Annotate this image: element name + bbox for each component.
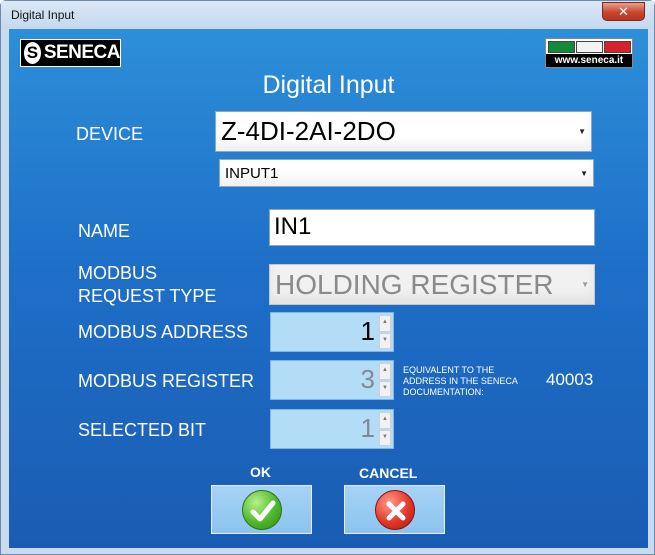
ok-button[interactable]: [211, 485, 312, 534]
address-label: MODBUS ADDRESS: [78, 322, 249, 342]
website-logo: www.seneca.it: [545, 38, 633, 68]
request-type-select[interactable]: HOLDING REGISTER ▼: [269, 264, 595, 305]
selected-bit-spinner: 1 ▲ ▼: [270, 409, 394, 449]
dialog-client-area: S SENECA www.seneca.it Digital Input DEV…: [9, 29, 648, 548]
chevron-down-icon: ▼: [580, 169, 588, 178]
spin-up-icon: ▲: [379, 363, 391, 380]
address-value: 1: [360, 316, 375, 346]
name-input[interactable]: IN1: [269, 209, 595, 246]
seneca-logo-mark: S: [24, 42, 41, 64]
selected-bit-label: SELECTED BIT: [78, 420, 207, 440]
request-type-label-line1: MODBUS: [78, 263, 158, 283]
spin-down-icon[interactable]: ▼: [379, 332, 391, 349]
cancel-label: CANCEL: [359, 465, 418, 481]
equivalent-note: EQUIVALENT TO THE ADDRESS IN THE SENECA …: [403, 365, 518, 397]
input-select[interactable]: INPUT1 ▼: [219, 159, 594, 187]
window-title: Digital Input: [11, 8, 75, 22]
dialog-window: Digital Input ✕ S SENECA www.seneca.it D…: [0, 0, 655, 555]
register-value: 3: [360, 364, 375, 394]
request-type-label-line2: REQUEST TYPE: [78, 286, 217, 306]
x-mark-icon: [374, 489, 415, 530]
chevron-down-icon: ▼: [578, 127, 586, 136]
device-select[interactable]: Z-4DI-2AI-2DO ▼: [215, 111, 592, 152]
cancel-button[interactable]: [344, 485, 445, 534]
close-button[interactable]: ✕: [602, 2, 645, 21]
flag-white-stripe: [576, 41, 603, 53]
flag-red-stripe: [604, 41, 631, 53]
equivalent-value: 40003: [546, 370, 594, 389]
name-input-value: IN1: [274, 213, 312, 240]
input-select-value: INPUT1: [225, 165, 279, 182]
spin-up-icon[interactable]: ▲: [379, 315, 391, 332]
address-spinner-buttons: ▲ ▼: [379, 315, 391, 349]
device-label: DEVICE: [76, 124, 144, 144]
chevron-down-icon: ▼: [581, 280, 589, 289]
website-url: www.seneca.it: [546, 54, 632, 67]
register-spinner-buttons: ▲ ▼: [379, 363, 391, 397]
dialog-title: Digital Input: [262, 71, 395, 99]
name-label: NAME: [78, 221, 131, 241]
request-type-value: HOLDING REGISTER: [275, 269, 554, 300]
flag-green-stripe: [548, 41, 575, 53]
ok-label: OK: [250, 464, 271, 480]
spin-up-icon: ▲: [379, 412, 391, 429]
selected-bit-value: 1: [360, 413, 375, 443]
checkmark-icon: [241, 489, 282, 530]
register-spinner: 3 ▲ ▼: [270, 360, 394, 400]
spin-down-icon: ▼: [379, 429, 391, 446]
spin-down-icon: ▼: [379, 380, 391, 397]
seneca-logo: S SENECA: [20, 39, 121, 67]
title-bar: Digital Input ✕: [1, 1, 654, 29]
device-select-value: Z-4DI-2AI-2DO: [221, 116, 396, 146]
selected-bit-spinner-buttons: ▲ ▼: [379, 412, 391, 446]
seneca-logo-text: SENECA: [43, 42, 121, 63]
address-spinner[interactable]: 1 ▲ ▼: [270, 312, 394, 352]
register-label: MODBUS REGISTER: [78, 371, 255, 391]
